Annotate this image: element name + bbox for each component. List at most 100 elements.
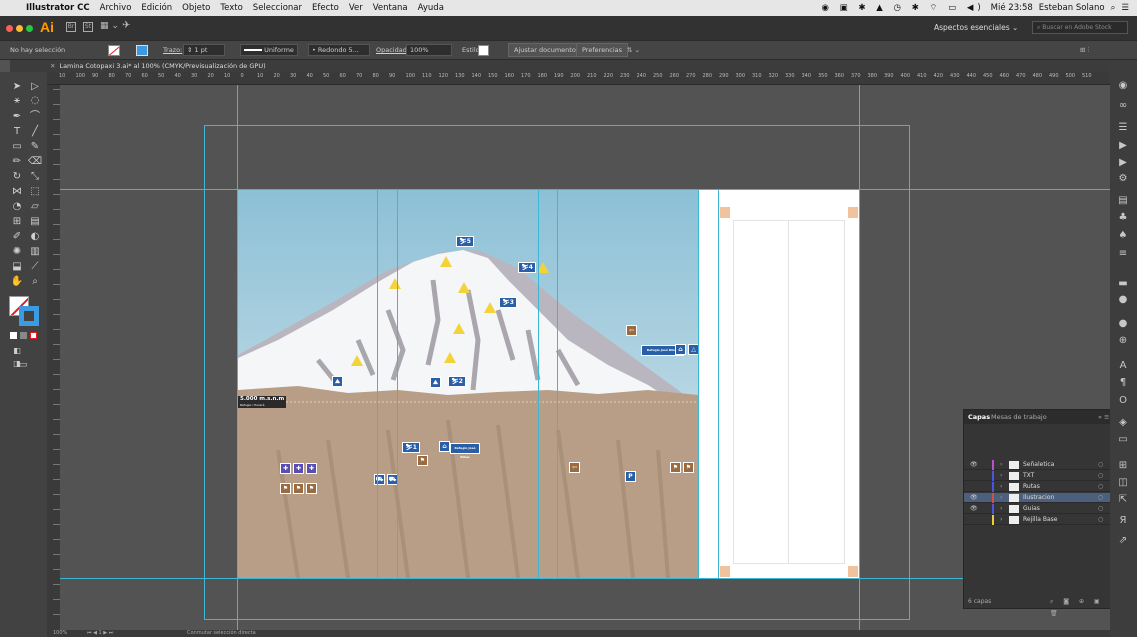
route-sign-2[interactable]: ⛷2 (448, 376, 466, 387)
warning-sign-icon[interactable] (389, 278, 401, 289)
play-icon[interactable]: ▶ (1116, 157, 1130, 169)
target-circle-icon[interactable]: ○ (1098, 494, 1103, 501)
brushes-icon[interactable]: ♣ (1116, 212, 1130, 224)
expand-chevron-icon[interactable]: › (1000, 483, 1002, 490)
links-icon[interactable]: ⊕ (1116, 335, 1130, 347)
curvature-tool-icon[interactable]: ⌒ (27, 110, 43, 123)
layer-row[interactable]: › Rutas ○ (964, 482, 1116, 492)
layer-name[interactable]: TXT (1023, 472, 1034, 479)
gradient-icon[interactable]: ▬ (1116, 278, 1130, 290)
glyphs-icon[interactable]: Я (1116, 515, 1130, 527)
vertical-guide[interactable] (538, 190, 539, 578)
color-panel-icon[interactable]: ◉ (1116, 80, 1130, 92)
align-document-button[interactable]: Ajustar documento (508, 43, 582, 57)
opacity-label[interactable]: Opacidad: (376, 46, 409, 54)
activity-sign-icon[interactable]: ⚑ (306, 483, 317, 494)
column-graph-tool-icon[interactable]: ▥ (27, 245, 43, 258)
exit-sign-icon[interactable]: ⇦ (569, 462, 580, 473)
document-tab[interactable]: ✕ Lamina Cotopaxi 3.ai* al 100% (CMYK/Pr… (10, 60, 1110, 72)
scale-tool-icon[interactable]: ⤡ (27, 170, 43, 183)
menu-item-edicion[interactable]: Edición (141, 3, 172, 13)
gpu-performance-icon[interactable]: ✈ (122, 20, 130, 31)
vertical-guide[interactable] (237, 85, 238, 630)
service-sign-icon[interactable]: ✚ (293, 463, 304, 474)
layer-row[interactable]: 👁 › Guias ○ (964, 504, 1116, 514)
rectangle-tool-icon[interactable]: ▭ (9, 140, 25, 153)
lasso-tool-icon[interactable]: ◌ (27, 94, 43, 107)
menu-item-archivo[interactable]: Archivo (100, 3, 132, 13)
symbols-icon[interactable]: ♠ (1116, 230, 1130, 242)
layer-row[interactable]: 👁 › Señaletica ○ (964, 460, 1116, 470)
artboard-navigator[interactable]: ⏮ ◀ 1 ▶ ⏭ (87, 630, 113, 636)
preferences-button[interactable]: Preferencias (576, 43, 629, 57)
transparency-icon[interactable]: ● (1116, 294, 1130, 306)
layer-row[interactable]: 👁 › Ilustracion ○ (964, 493, 1116, 503)
warning-sign-icon[interactable] (458, 282, 470, 293)
activity-sign-icon[interactable]: ⚑ (293, 483, 304, 494)
target-circle-icon[interactable]: ○ (1098, 483, 1103, 490)
opentype-icon[interactable]: O (1116, 395, 1130, 407)
layer-name[interactable]: Ilustracion (1023, 494, 1054, 501)
arrange-icon[interactable]: ⇅ ⌄ (627, 46, 640, 54)
graphic-styles-icon[interactable]: ● (1116, 318, 1130, 330)
altitude-label[interactable]: 5.000 m.s.n.m Refugio / Pucará (238, 396, 286, 408)
drawing-mode-icon[interactable]: ◧ ◨ (9, 344, 25, 368)
style-swatch[interactable] (478, 45, 489, 56)
target-circle-icon[interactable]: ○ (1098, 516, 1103, 523)
line-tool-icon[interactable]: ╱ (27, 125, 43, 138)
panel-menu-icon[interactable]: » ≡ (1098, 410, 1110, 424)
refuge-label-sign[interactable]: Refugio José Ribas (450, 443, 480, 459)
climber-sign-icon[interactable]: ⛰ (332, 376, 343, 387)
menubar-clock[interactable]: Mié 23:58 (991, 3, 1033, 13)
window-zoom-button[interactable] (26, 25, 33, 32)
menu-item-ventana[interactable]: Ventana (373, 3, 408, 13)
perspective-grid-tool-icon[interactable]: ▱ (27, 200, 43, 213)
rotate-tool-icon[interactable]: ↻ (9, 170, 25, 183)
stroke-swatch[interactable] (136, 45, 148, 56)
warning-sign-icon[interactable] (453, 323, 465, 334)
variable-width-profile[interactable]: Uniforme (240, 44, 298, 56)
activity-sign-icon[interactable]: ⚑ (417, 455, 428, 466)
horizontal-ruler[interactable]: 10 100 90 80 70 60 50 40 30 20 10 0 10 20 30 40 50 60 70 80… (47, 72, 1110, 85)
service-sign-icon[interactable]: ✚ (280, 463, 291, 474)
mesh-tool-icon[interactable]: ⊞ (9, 215, 25, 228)
actions-icon[interactable]: ▶ (1116, 140, 1130, 152)
brush-definition[interactable]: • Redondo 5... (308, 44, 370, 56)
expand-chevron-icon[interactable]: › (1000, 461, 1002, 468)
screen-mode-icon[interactable]: ▭ (15, 359, 31, 372)
layers-icon[interactable]: ◈ (1116, 417, 1130, 429)
type-tool-icon[interactable]: T (9, 125, 25, 138)
status-tool[interactable]: Conmutar selección directa (187, 630, 256, 636)
layer-name[interactable]: Rejilla Base (1023, 516, 1057, 523)
bridge-icon[interactable]: Br (66, 22, 76, 32)
parking-sign-icon[interactable]: P (625, 471, 636, 482)
zoom-tool-icon[interactable]: ⌕ (27, 275, 43, 288)
menu-item-objeto[interactable]: Objeto (182, 3, 210, 13)
shape-builder-tool-icon[interactable]: ◔ (9, 200, 25, 213)
menu-item-efecto[interactable]: Efecto (312, 3, 339, 13)
warning-sign-icon[interactable] (440, 256, 452, 267)
layer-row[interactable]: › TXT ○ (964, 471, 1116, 481)
horizontal-guide[interactable] (60, 578, 1110, 579)
pen-tool-icon[interactable]: ✒ (9, 110, 25, 123)
menu-app-name[interactable]: Illustrator CC (26, 3, 90, 13)
export-icon[interactable]: ⇗ (1116, 535, 1130, 547)
transform-icon[interactable]: ⊞ (1116, 460, 1130, 472)
pencil-tool-icon[interactable]: ✏ (9, 155, 25, 168)
symbol-sprayer-tool-icon[interactable]: ✺ (9, 245, 25, 258)
activity-sign-icon[interactable]: ⚑ (280, 483, 291, 494)
spotlight-icon[interactable]: ⌕ (1111, 3, 1116, 13)
exit-sign-icon[interactable]: ⇦ (626, 325, 637, 336)
stock-search-input[interactable]: ⌕ Buscar en Adobe Stock (1032, 21, 1128, 34)
menu-item-ayuda[interactable]: Ayuda (418, 3, 444, 13)
document-tab-title[interactable]: Lamina Cotopaxi 3.ai* al 100% (CMYK/Prev… (59, 62, 265, 70)
expand-chevron-icon[interactable]: › (1000, 472, 1002, 479)
stroke-weight-input[interactable]: ⇕ 1 pt (183, 44, 225, 56)
side-artboard[interactable] (698, 190, 860, 578)
free-transform-tool-icon[interactable]: ⬚ (27, 185, 43, 198)
paragraph-icon[interactable]: ¶ (1116, 377, 1130, 389)
layer-name[interactable]: Rutas (1023, 483, 1040, 490)
zoom-level[interactable]: 100% (53, 630, 67, 636)
target-circle-icon[interactable]: ○ (1098, 472, 1103, 479)
menu-item-seleccionar[interactable]: Seleccionar (253, 3, 302, 13)
